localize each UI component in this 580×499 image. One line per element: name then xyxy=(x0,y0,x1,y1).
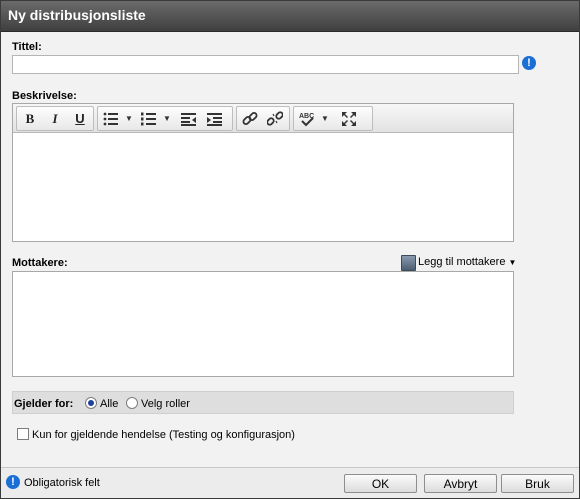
maximize-icon[interactable] xyxy=(338,109,360,128)
required-info-icon: ! xyxy=(6,475,20,489)
ok-button[interactable]: OK xyxy=(344,474,417,493)
distribution-list-dialog: Ny distribusjonsliste Tittel: ! Beskrive… xyxy=(0,0,580,499)
dialog-title: Ny distribusjonsliste xyxy=(8,7,146,23)
required-note: Obligatorisk felt xyxy=(24,477,100,489)
list-group: ▼ ▼ xyxy=(97,106,233,131)
link-group xyxy=(236,106,290,131)
radio-all[interactable] xyxy=(85,397,97,409)
recipients-label: Mottakere: xyxy=(12,257,68,269)
description-text-area[interactable] xyxy=(13,133,513,241)
underline-button[interactable]: U xyxy=(69,109,91,128)
indent-icon[interactable] xyxy=(204,109,226,128)
chevron-down-icon: ▼ xyxy=(508,258,517,267)
tools-group: ABC ▼ xyxy=(293,106,373,131)
current-event-checkbox[interactable] xyxy=(17,428,29,440)
cancel-button[interactable]: Avbryt xyxy=(424,474,497,493)
bullet-list-icon[interactable] xyxy=(100,109,122,128)
recipients-list[interactable] xyxy=(12,271,514,377)
applies-to-row: Gjelder for: Alle Velg roller xyxy=(12,391,514,414)
italic-button[interactable]: I xyxy=(44,109,66,128)
title-label: Tittel: xyxy=(12,41,42,53)
bold-button[interactable]: B xyxy=(19,109,41,128)
current-event-label: Kun for gjeldende hendelse (Testing og k… xyxy=(32,429,295,441)
address-book-icon xyxy=(401,255,416,271)
numbered-list-dropdown[interactable]: ▼ xyxy=(162,109,172,128)
link-icon[interactable] xyxy=(239,109,261,128)
dialog-titlebar[interactable]: Ny distribusjonsliste xyxy=(1,1,579,32)
description-label: Beskrivelse: xyxy=(12,90,77,102)
info-icon: ! xyxy=(522,56,536,70)
add-recipients-label: Legg til mottakere ▼ xyxy=(418,256,517,268)
numbered-list-icon[interactable] xyxy=(138,109,160,128)
editor-toolbar: B I U ▼ ▼ ABC ▼ xyxy=(13,104,513,133)
radio-all-label: Alle xyxy=(100,398,119,410)
bullet-list-dropdown[interactable]: ▼ xyxy=(124,109,134,128)
dialog-footer: ! Obligatorisk felt OK Avbryt Bruk xyxy=(1,467,579,498)
description-editor: B I U ▼ ▼ ABC ▼ xyxy=(12,103,514,242)
apply-button[interactable]: Bruk xyxy=(501,474,574,493)
outdent-icon[interactable] xyxy=(178,109,200,128)
title-input[interactable] xyxy=(12,55,519,74)
radio-select-roles[interactable] xyxy=(126,397,138,409)
format-group: B I U xyxy=(16,106,94,131)
applies-to-label: Gjelder for: xyxy=(14,398,74,410)
radio-select-roles-label: Velg roller xyxy=(141,398,190,410)
spellcheck-dropdown[interactable]: ▼ xyxy=(320,109,330,128)
spellcheck-icon[interactable]: ABC xyxy=(296,109,318,128)
unlink-icon[interactable] xyxy=(264,109,286,128)
